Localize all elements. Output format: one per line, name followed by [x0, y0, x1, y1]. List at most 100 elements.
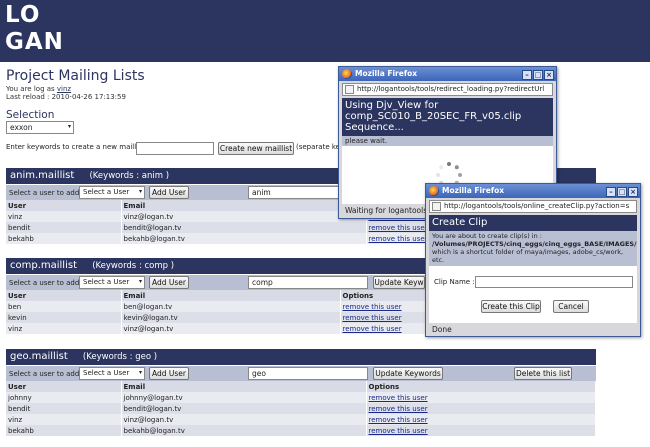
close-icon[interactable]: ×	[628, 187, 638, 197]
select-user-value: Select a User	[83, 188, 130, 196]
create-maillist-button[interactable]: Create new maillist	[218, 142, 294, 155]
popup-titlebar: Mozilla Firefox – □ ×	[426, 184, 640, 198]
chevron-down-icon: ▾	[67, 123, 71, 130]
cancel-button[interactable]: Cancel	[553, 300, 589, 313]
new-maillist-keywords-input[interactable]	[136, 142, 214, 155]
remove-user-link[interactable]: remove this user	[369, 235, 428, 243]
add-user-button[interactable]: Add User	[149, 276, 189, 289]
page-icon	[432, 202, 441, 211]
remove-user-link[interactable]: remove this user	[369, 224, 428, 232]
remove-user-link[interactable]: remove this user	[369, 394, 428, 402]
chevron-down-icon: ▾	[138, 369, 142, 376]
options-cell: remove this user	[366, 403, 596, 414]
remove-user-link[interactable]: remove this user	[369, 416, 428, 424]
window-controls: – □ ×	[521, 68, 554, 82]
logged-as: You are log as vinz	[6, 85, 71, 93]
select-user-label: Select a user to add :	[9, 370, 84, 378]
keywords-input[interactable]: comp	[248, 276, 368, 289]
select-user-value: Select a User	[83, 369, 130, 377]
user-cell: bekahb	[6, 233, 122, 244]
create-prompt: Enter keywords to create a new maillist …	[6, 143, 150, 151]
maillist-name: geo.maillist	[10, 351, 68, 362]
col-user: User	[6, 381, 122, 392]
maillist-controls: Select a user to add : Select a User ▾ A…	[6, 365, 596, 381]
clip-name-input[interactable]	[475, 276, 633, 288]
chevron-down-icon: ▾	[138, 188, 142, 195]
select-user-label: Select a user to add :	[9, 279, 84, 287]
delete-list-button[interactable]: Delete this list	[514, 367, 572, 380]
options-cell: remove this user	[366, 425, 596, 436]
chevron-down-icon: ▾	[138, 278, 142, 285]
email-cell: bekahb@logan.tv	[121, 233, 367, 244]
create-clip-info: You are about to create clip(s) in : /Vo…	[429, 231, 637, 266]
user-cell: kevin	[6, 312, 122, 323]
firefox-icon	[429, 186, 439, 196]
add-user-button[interactable]: Add User	[149, 367, 189, 380]
add-user-button[interactable]: Add User	[149, 186, 189, 199]
remove-user-link[interactable]: remove this user	[369, 405, 428, 413]
clip-name-label: Clip Name :	[434, 278, 475, 286]
update-keywords-button[interactable]: Update Keyw	[373, 276, 425, 289]
create-note: (separate ke	[296, 143, 340, 151]
options-cell: remove this user	[366, 414, 596, 425]
maximize-icon[interactable]: □	[533, 70, 543, 80]
url-bar[interactable]: http://logantools/tools/online_createCli…	[429, 200, 637, 213]
select-user-dropdown[interactable]: Select a User ▾	[79, 186, 145, 199]
url-bar[interactable]: http://logantools/tools/redirect_loading…	[342, 83, 553, 96]
firefox-icon	[342, 69, 352, 79]
table-row: bendit bendit@logan.tv remove this user	[6, 403, 596, 414]
table-header-row: User Email Options	[6, 381, 596, 392]
create-clip-heading: Create Clip	[429, 215, 637, 231]
remove-user-link[interactable]: remove this user	[369, 427, 428, 435]
table-row: johnny johnny@logan.tv remove this user	[6, 392, 596, 403]
app-header: LO GAN	[0, 0, 650, 62]
selection-value: exxon	[10, 123, 33, 132]
user-cell: vinz	[6, 211, 122, 222]
maillist-name: anim.maillist	[10, 170, 75, 181]
select-user-dropdown[interactable]: Select a User ▾	[79, 276, 145, 289]
select-user-value: Select a User	[83, 278, 130, 286]
maillist-keywords: (Keywords : geo )	[82, 352, 158, 362]
maillist-name: comp.maillist	[10, 260, 77, 271]
create-clip-button[interactable]: Create this Clip	[481, 300, 541, 313]
table-row: vinz vinz@logan.tv remove this user	[6, 414, 596, 425]
minimize-icon[interactable]: –	[606, 187, 616, 197]
page-icon	[345, 85, 354, 94]
email-cell: johnny@logan.tv	[121, 392, 367, 403]
please-wait-text: please wait.	[342, 136, 553, 146]
email-cell: ben@logan.tv	[121, 301, 341, 312]
email-cell: vinz@logan.tv	[121, 414, 367, 425]
selection-select[interactable]: exxon ▾	[6, 121, 74, 134]
popup-content: Create Clip You are about to create clip…	[429, 215, 637, 323]
email-cell: bendit@logan.tv	[121, 403, 367, 414]
remove-user-link[interactable]: remove this user	[343, 303, 402, 311]
select-user-dropdown[interactable]: Select a User ▾	[79, 367, 145, 380]
logged-user-link[interactable]: vinz	[57, 85, 71, 93]
user-cell: bekahb	[6, 425, 122, 436]
email-cell: bendit@logan.tv	[121, 222, 367, 233]
minimize-icon[interactable]: –	[522, 70, 532, 80]
users-table: User Email Options johnny johnny@logan.t…	[6, 381, 596, 436]
popup-title: Mozilla Firefox	[355, 69, 418, 78]
popup-title: Mozilla Firefox	[442, 186, 505, 195]
popup-titlebar: Mozilla Firefox – □ ×	[339, 67, 556, 81]
remove-user-link[interactable]: remove this user	[343, 325, 402, 333]
keywords-input[interactable]: geo	[248, 367, 368, 380]
user-cell: johnny	[6, 392, 122, 403]
user-cell: vinz	[6, 414, 122, 425]
email-cell: vinz@logan.tv	[121, 211, 367, 222]
close-icon[interactable]: ×	[544, 70, 554, 80]
maximize-icon[interactable]: □	[617, 187, 627, 197]
maillist-header: geo.maillist (Keywords : geo )	[6, 349, 596, 365]
logo[interactable]: LO GAN	[5, 3, 64, 57]
user-cell: ben	[6, 301, 122, 312]
email-cell: bekahb@logan.tv	[121, 425, 367, 436]
info-path: /Volumes/PROJECTS/cinq_eggs/cinq_eggs_BA…	[432, 240, 637, 248]
update-keywords-button[interactable]: Update Keywords	[373, 367, 443, 380]
selection-label: Selection	[6, 109, 55, 121]
email-cell: kevin@logan.tv	[121, 312, 341, 323]
info-suffix: which is a shortcut folder of maya/image…	[432, 248, 624, 264]
col-email: Email	[121, 200, 367, 211]
loading-heading: Using Djv_View for comp_SC010_B_20SEC_FR…	[342, 98, 553, 136]
remove-user-link[interactable]: remove this user	[343, 314, 402, 322]
